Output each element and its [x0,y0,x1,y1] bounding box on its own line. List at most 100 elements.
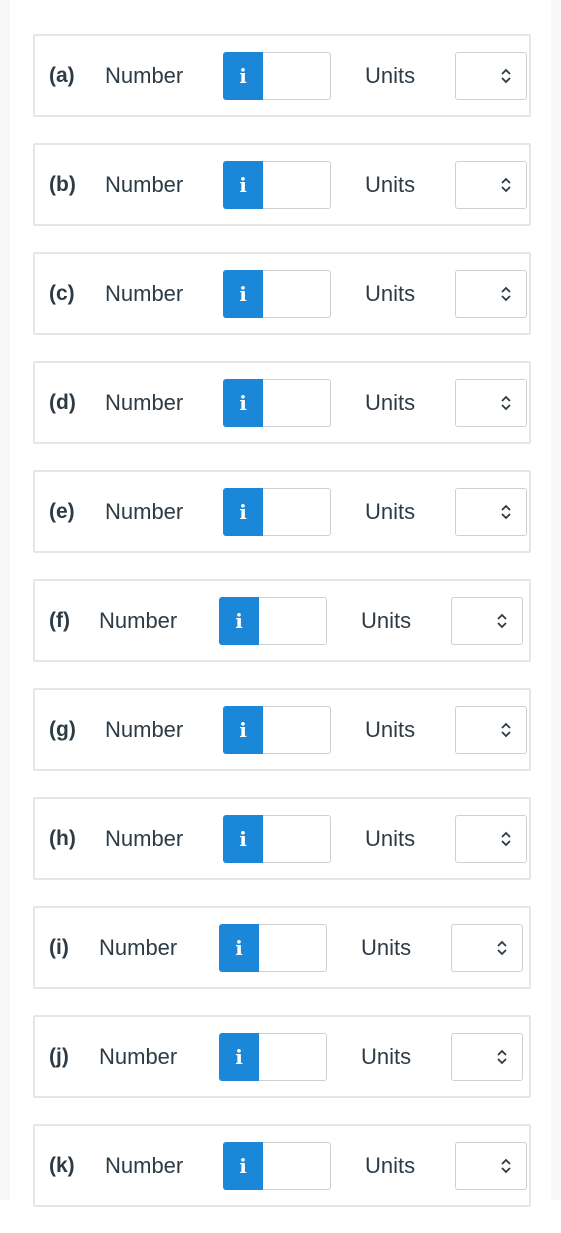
number-input-group: i [223,706,331,754]
part-label: (c) [49,281,75,305]
part-label: (k) [49,1153,75,1177]
number-input-group: i [223,270,331,318]
number-label: Number [105,62,184,88]
number-label: Number [99,934,178,960]
number-input[interactable] [263,1142,331,1190]
units-select[interactable] [455,270,527,318]
units-select[interactable] [451,1033,523,1081]
info-icon[interactable]: i [223,270,263,318]
number-input-group: i [223,815,331,863]
units-label: Units [361,934,412,960]
number-input[interactable] [263,270,331,318]
chevron-up-down-icon [501,831,511,847]
number-label: Number [105,1152,184,1178]
number-input[interactable] [263,488,331,536]
number-input[interactable] [263,815,331,863]
units-select[interactable] [451,597,523,645]
units-select[interactable] [455,52,527,100]
question-part-row: (g) Number i Units [33,688,531,771]
part-label: (e) [49,499,75,523]
number-label: Number [99,1043,178,1069]
chevron-up-down-icon [497,1049,507,1065]
chevron-up-down-icon [497,940,507,956]
number-input-group: i [223,52,331,100]
question-part-row: (c) Number i Units [33,252,531,335]
question-part-row: (d) Number i Units [33,361,531,444]
units-select[interactable] [455,379,527,427]
number-input[interactable] [263,379,331,427]
question-part-row: (f) Number i Units [33,579,531,662]
units-label: Units [365,716,416,742]
info-icon[interactable]: i [223,1142,263,1190]
number-input[interactable] [259,597,327,645]
info-icon[interactable]: i [219,924,259,972]
number-input[interactable] [263,706,331,754]
chevron-up-down-icon [501,395,511,411]
units-label: Units [365,1152,416,1178]
question-part-row: (a) Number i Units [33,34,531,117]
part-label: (d) [49,390,76,414]
number-input[interactable] [263,161,331,209]
part-label: (j) [49,1044,69,1068]
question-parts-list: (a) Number i Units (b) Number i Units (c [33,34,531,1233]
chevron-up-down-icon [501,504,511,520]
units-select[interactable] [455,706,527,754]
part-label: (g) [49,717,76,741]
number-label: Number [105,171,184,197]
part-label: (h) [49,826,76,850]
question-part-row: (i) Number i Units [33,906,531,989]
number-input[interactable] [263,52,331,100]
units-label: Units [365,498,416,524]
left-margin [0,0,10,1200]
info-icon[interactable]: i [223,379,263,427]
number-label: Number [99,607,178,633]
number-input-group: i [223,488,331,536]
chevron-up-down-icon [501,1158,511,1174]
number-label: Number [105,280,184,306]
number-label: Number [105,825,184,851]
chevron-up-down-icon [501,177,511,193]
number-input-group: i [219,597,327,645]
question-part-row: (b) Number i Units [33,143,531,226]
units-label: Units [365,62,416,88]
info-icon[interactable]: i [223,161,263,209]
question-part-row: (k) Number i Units [33,1124,531,1207]
units-label: Units [361,607,412,633]
units-select[interactable] [455,488,527,536]
units-select[interactable] [455,161,527,209]
question-part-row: (j) Number i Units [33,1015,531,1098]
chevron-up-down-icon [501,286,511,302]
units-select[interactable] [451,924,523,972]
question-part-row: (h) Number i Units [33,797,531,880]
chevron-up-down-icon [501,68,511,84]
number-input[interactable] [259,1033,327,1081]
units-label: Units [365,389,416,415]
units-select[interactable] [455,815,527,863]
number-label: Number [105,498,184,524]
info-icon[interactable]: i [219,597,259,645]
number-input-group: i [223,1142,331,1190]
units-label: Units [365,280,416,306]
chevron-up-down-icon [501,722,511,738]
units-select[interactable] [455,1142,527,1190]
part-label: (a) [49,63,75,87]
part-label: (f) [49,608,70,632]
right-scroll-gutter [551,0,561,1200]
number-input-group: i [223,379,331,427]
info-icon[interactable]: i [223,488,263,536]
info-icon[interactable]: i [219,1033,259,1081]
info-icon[interactable]: i [223,815,263,863]
number-input-group: i [219,1033,327,1081]
question-part-row: (e) Number i Units [33,470,531,553]
units-label: Units [361,1043,412,1069]
units-label: Units [365,825,416,851]
number-label: Number [105,389,184,415]
chevron-up-down-icon [497,613,507,629]
number-input-group: i [223,161,331,209]
number-input[interactable] [259,924,327,972]
info-icon[interactable]: i [223,706,263,754]
part-label: (i) [49,935,69,959]
info-icon[interactable]: i [223,52,263,100]
units-label: Units [365,171,416,197]
part-label: (b) [49,172,76,196]
